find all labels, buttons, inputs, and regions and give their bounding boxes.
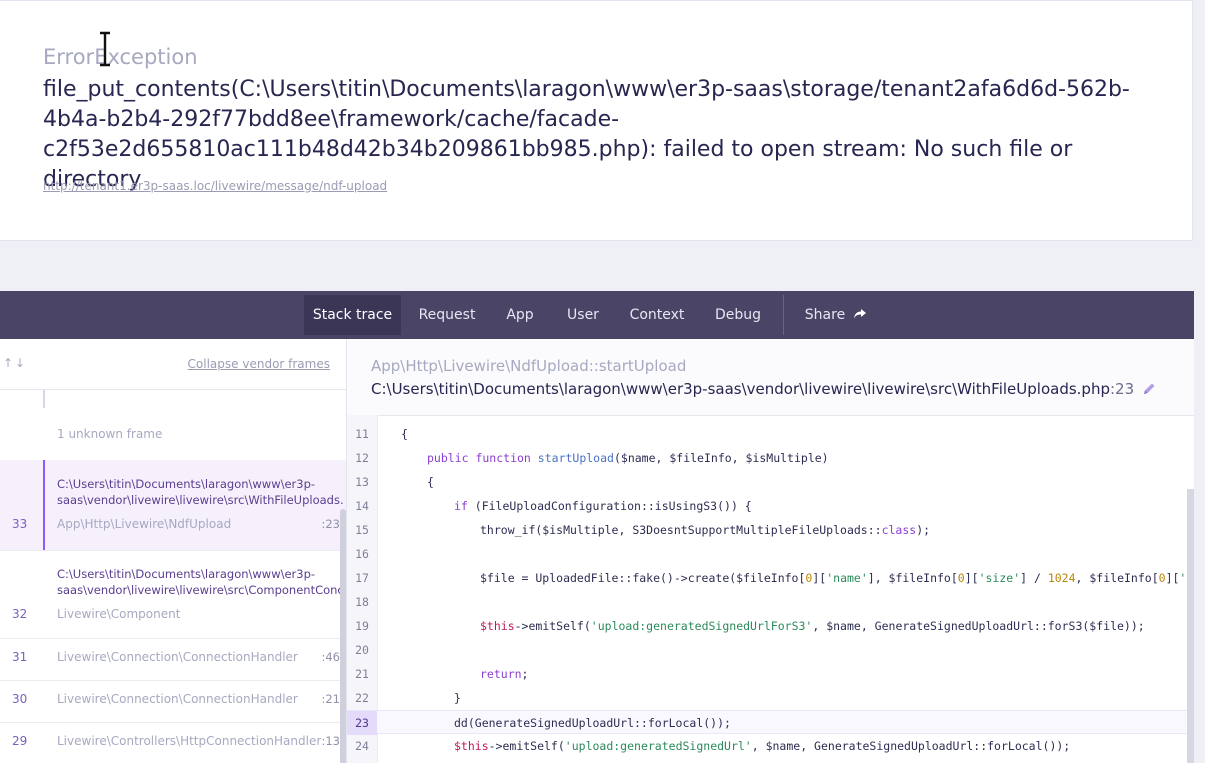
frame-line: :23 xyxy=(321,517,340,531)
share-label: Share xyxy=(804,307,846,323)
code-header: App\Http\Livewire\NdfUpload::startUpload… xyxy=(347,339,1194,416)
line-number[interactable]: 13 xyxy=(347,470,377,494)
tabs-bar: Stack trace Request App User Context Deb… xyxy=(0,291,1194,339)
code-line: 19 $this->emitSelf('upload:generatedSign… xyxy=(347,614,1194,638)
frames-scrollbar[interactable] xyxy=(340,509,346,763)
line-number[interactable]: 21 xyxy=(347,662,377,686)
code-line: 15 throw_if($isMultiple, S3DoesntSupport… xyxy=(347,518,1194,542)
frame-connector xyxy=(43,390,45,408)
error-header-card: ErrorException file_put_contents(C:\User… xyxy=(0,0,1193,241)
line-number[interactable]: 16 xyxy=(347,542,377,566)
frame-row[interactable]: 29 Livewire\Controllers\HttpConnectionHa… xyxy=(0,722,346,763)
frame-class: Livewire\Component xyxy=(57,607,181,621)
frames-panel: ↑↓ Collapse vendor frames 1 unknown fram… xyxy=(0,339,347,763)
code-line: 13 { xyxy=(347,470,1194,494)
tab-stack-trace[interactable]: Stack trace xyxy=(304,295,401,335)
exception-message: file_put_contents(C:\Users\titin\Documen… xyxy=(43,77,1130,192)
text-cursor-icon xyxy=(100,31,110,67)
tab-share[interactable]: Share xyxy=(796,295,876,335)
code-line: 20 xyxy=(347,638,1194,662)
tab-user[interactable]: User xyxy=(558,295,608,335)
frame-nav-arrows-icon[interactable]: ↑↓ xyxy=(3,356,27,370)
frame-number: 32 xyxy=(12,607,28,621)
code-line: 22 } xyxy=(347,686,1194,710)
code-file-line: :23 xyxy=(1109,380,1135,398)
request-url-link[interactable]: http://tenant1.er3p-saas.loc/livewire/me… xyxy=(43,179,387,193)
line-number[interactable]: 11 xyxy=(347,422,377,446)
exception-class: ErrorException xyxy=(43,45,198,69)
code-line: 14 if (FileUploadConfiguration::isUsingS… xyxy=(347,494,1194,518)
line-number[interactable]: 12 xyxy=(347,446,377,470)
code-line: 12 public function startUpload($name, $f… xyxy=(347,446,1194,470)
frame-number: 33 xyxy=(12,517,28,531)
line-number[interactable]: 15 xyxy=(347,518,377,542)
frame-number: 31 xyxy=(12,650,28,664)
frame-file: C:\Users\titin\Documents\laragon\www\er3… xyxy=(57,567,343,597)
code-line: 17 $file = UploadedFile::fake()->create(… xyxy=(347,566,1194,590)
tab-divider xyxy=(783,295,784,335)
frame-number: 30 xyxy=(12,692,28,706)
code-line: 18 xyxy=(347,590,1194,614)
frame-file: C:\Users\titin\Documents\laragon\www\er3… xyxy=(57,477,343,507)
share-arrow-icon xyxy=(854,309,867,319)
frame-class: Livewire\Controllers\HttpConnectionHandl… xyxy=(57,734,322,748)
frame-line: :21 xyxy=(321,692,340,706)
frame-number: 29 xyxy=(12,734,28,748)
code-file-path: C:\Users\titin\Documents\laragon\www\er3… xyxy=(371,380,1110,398)
code-frame-path: C:\Users\titin\Documents\laragon\www\er3… xyxy=(371,380,1156,398)
frame-class: Livewire\Connection\ConnectionHandler xyxy=(57,692,298,706)
code-scrollbar[interactable] xyxy=(1187,489,1194,763)
collapse-vendor-frames-link[interactable]: Collapse vendor frames xyxy=(188,357,330,371)
selected-frame-indicator xyxy=(43,460,45,550)
line-number[interactable]: 19 xyxy=(347,614,377,638)
code-panel: App\Http\Livewire\NdfUpload::startUpload… xyxy=(347,339,1194,763)
code-line: 24 $this->emitSelf('upload:generatedSign… xyxy=(347,734,1194,758)
line-number[interactable]: 14 xyxy=(347,494,377,518)
frames-header: ↑↓ Collapse vendor frames xyxy=(0,339,346,390)
code-line: 11 { xyxy=(347,422,1194,446)
line-number[interactable]: 18 xyxy=(347,590,377,614)
unknown-frame-row[interactable]: 1 unknown frame xyxy=(0,408,346,461)
line-number[interactable]: 24 xyxy=(347,734,377,758)
frame-row[interactable]: 31 Livewire\Connection\ConnectionHandler… xyxy=(0,638,346,681)
code-line: 21 return; xyxy=(347,662,1194,686)
line-number[interactable]: 22 xyxy=(347,686,377,710)
pencil-icon[interactable] xyxy=(1142,382,1156,396)
frame-class: Livewire\Connection\ConnectionHandler xyxy=(57,650,298,664)
code-line-highlighted: 23 dd(GenerateSignedUploadUrl::forLocal(… xyxy=(347,710,1194,735)
tab-context[interactable]: Context xyxy=(623,295,691,335)
frame-row[interactable]: 30 Livewire\Connection\ConnectionHandler… xyxy=(0,680,346,723)
code-frame-class: App\Http\Livewire\NdfUpload::startUpload xyxy=(371,357,687,375)
line-number[interactable]: 23 xyxy=(347,711,377,735)
unknown-frame-label: 1 unknown frame xyxy=(57,427,163,441)
frame-line: :46 xyxy=(321,650,340,664)
frame-class: App\Http\Livewire\NdfUpload xyxy=(57,517,232,531)
code-line: 16 xyxy=(347,542,1194,566)
frame-row-selected[interactable]: C:\Users\titin\Documents\laragon\www\er3… xyxy=(0,460,346,551)
tab-app[interactable]: App xyxy=(497,295,543,335)
tab-debug[interactable]: Debug xyxy=(706,295,770,335)
line-number[interactable]: 20 xyxy=(347,638,377,662)
line-number[interactable]: 17 xyxy=(347,566,377,590)
tab-request[interactable]: Request xyxy=(410,295,484,335)
frame-row[interactable]: C:\Users\titin\Documents\laragon\www\er3… xyxy=(0,550,346,639)
frame-line: :13 xyxy=(321,734,340,748)
